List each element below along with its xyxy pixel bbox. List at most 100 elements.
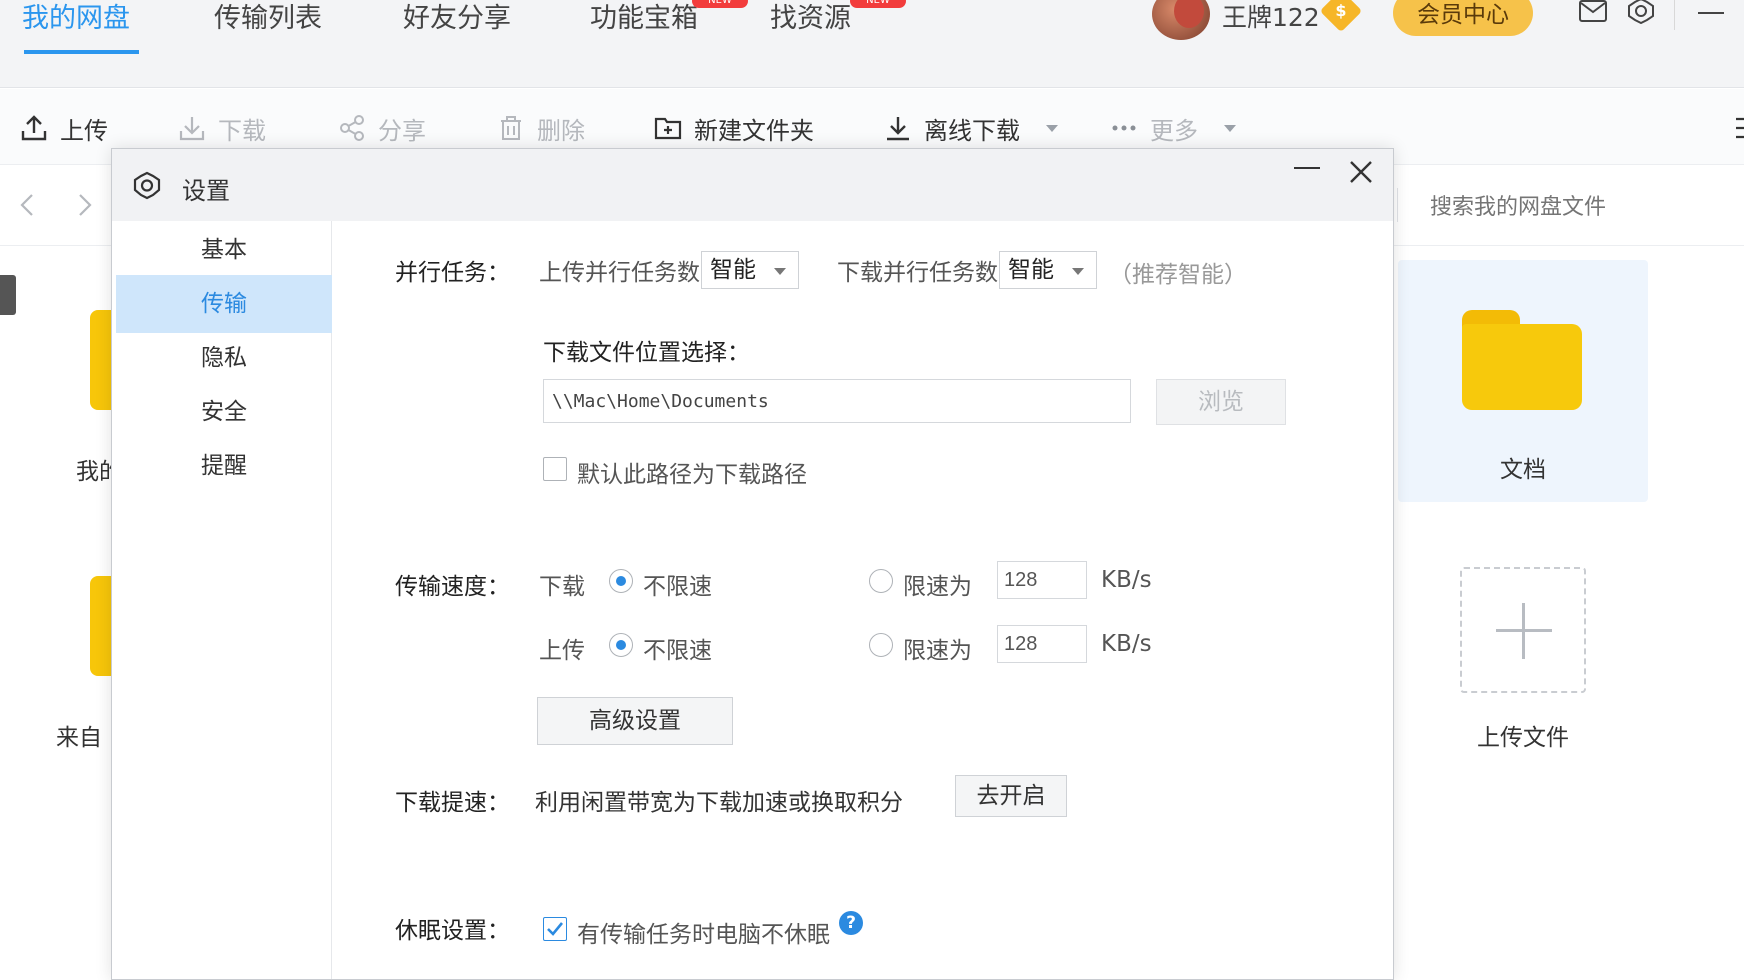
upload-parallel-select[interactable]: 智能 [701, 251, 799, 289]
transfer-speed-label: 传输速度： [395, 574, 510, 600]
settings-gear-icon [133, 171, 161, 200]
minimize-icon[interactable] [1294, 167, 1320, 169]
search-divider [1397, 188, 1398, 222]
toolbox-new-badge: NEW [692, 0, 748, 8]
offline-download-icon [887, 117, 909, 141]
more-label: 更多 [1150, 116, 1198, 145]
dialog-title-bar[interactable]: 设置 [112, 149, 1393, 221]
upload-unit-label: KB/s [1101, 631, 1152, 657]
sleep-setting-label: 休眠设置： [395, 918, 510, 944]
vip-center-button[interactable]: 会员中心 [1393, 0, 1533, 36]
window-minimize-icon[interactable] [1698, 12, 1724, 14]
new-folder-icon [654, 117, 682, 140]
chevron-down-icon [1046, 124, 1058, 132]
download-unlimited-radio[interactable] [609, 569, 633, 593]
settings-content: 并行任务： 上传并行任务数 智能 下载并行任务数 智能 （推荐智能） 下载文件位… [333, 221, 1393, 979]
chevron-down-icon [774, 268, 786, 275]
vip-level-symbol: $ [1335, 1, 1347, 21]
download-parallel-label: 下载并行任务数 [837, 260, 998, 286]
upload-icon [21, 115, 47, 141]
download-limit-radio[interactable] [869, 569, 893, 593]
download-limit-label[interactable]: 限速为 [903, 567, 972, 601]
upload-parallel-value: 智能 [710, 257, 756, 283]
vip-level-icon[interactable]: $ [1319, 0, 1363, 33]
avatar[interactable] [1152, 0, 1210, 40]
enable-boost-button[interactable]: 去开启 [955, 775, 1067, 817]
new-folder-button[interactable]: 新建文件夹 [654, 111, 814, 145]
checkmark-icon [547, 922, 564, 936]
share-label: 分享 [378, 116, 426, 145]
sidebar-item-security[interactable]: 安全 [116, 383, 332, 441]
new-folder-label: 新建文件夹 [694, 116, 814, 145]
download-limit-input[interactable] [997, 561, 1087, 599]
close-icon[interactable] [1348, 159, 1374, 185]
forward-arrow-icon[interactable] [74, 190, 96, 220]
dialog-title: 设置 [182, 177, 230, 205]
browse-button[interactable]: 浏览 [1156, 379, 1286, 425]
tab-find-resources[interactable]: 找资源 [770, 0, 851, 35]
download-unlimited-label[interactable]: 不限速 [643, 567, 712, 601]
parallel-tasks-label: 并行任务： [395, 260, 510, 286]
upload-unlimited-radio[interactable] [609, 633, 633, 657]
download-button[interactable]: 下载 [178, 111, 266, 145]
upload-speed-label: 上传 [539, 638, 585, 664]
upload-limit-label[interactable]: 限速为 [903, 631, 972, 665]
folder-label[interactable]: 来自 [56, 718, 102, 752]
search-input[interactable] [1430, 190, 1730, 224]
top-divider [1674, 0, 1675, 30]
chevron-down-icon [1224, 124, 1236, 132]
tab-transfer-list[interactable]: 传输列表 [214, 0, 322, 35]
settings-dialog: 设置 基本 传输 隐私 安全 提醒 并行任务： 上传并行任务数 智能 下载并行任… [111, 148, 1394, 980]
more-dots-icon [1112, 125, 1136, 131]
folder-name: 文档 [1500, 457, 1546, 483]
settings-gear-icon[interactable] [1626, 0, 1656, 24]
upload-label: 上传 [60, 116, 108, 145]
download-label: 下载 [218, 116, 266, 145]
username[interactable]: 王牌122 [1222, 0, 1320, 34]
sidebar-item-privacy[interactable]: 隐私 [116, 329, 332, 387]
no-sleep-checkbox[interactable] [543, 917, 567, 941]
upload-limit-radio[interactable] [869, 633, 893, 657]
offline-download-button[interactable]: 离线下载 [884, 111, 1058, 145]
download-parallel-select[interactable]: 智能 [999, 251, 1097, 289]
download-parallel-value: 智能 [1008, 257, 1054, 283]
download-location-label: 下载文件位置选择： [543, 340, 750, 366]
upload-limit-input[interactable] [997, 625, 1087, 663]
back-arrow-icon[interactable] [16, 190, 38, 220]
delete-button[interactable]: 删除 [497, 111, 585, 145]
help-icon[interactable]: ? [839, 911, 863, 935]
advanced-settings-button[interactable]: 高级设置 [537, 697, 733, 745]
mail-icon[interactable] [1578, 0, 1608, 24]
default-path-label[interactable]: 默认此路径为下载路径 [577, 455, 807, 489]
sidebar-item-basic[interactable]: 基本 [116, 221, 332, 279]
plus-icon [1522, 603, 1525, 659]
tab-my-disk[interactable]: 我的网盘 [22, 0, 130, 35]
download-boost-description: 利用闲置带宽为下载加速或换取积分 [535, 790, 903, 816]
share-icon [340, 115, 364, 141]
trash-icon [501, 116, 521, 140]
download-icon [179, 117, 205, 141]
sidebar-item-transfer[interactable]: 传输 [116, 275, 332, 333]
share-button[interactable]: 分享 [338, 111, 426, 145]
no-sleep-label[interactable]: 有传输任务时电脑不休眠 [577, 915, 830, 949]
settings-sidebar: 基本 传输 隐私 安全 提醒 [112, 221, 332, 979]
default-path-checkbox[interactable] [543, 457, 567, 481]
download-unit-label: KB/s [1101, 567, 1152, 593]
upload-file-tile[interactable] [1460, 567, 1586, 693]
recommend-hint: （推荐智能） [1109, 262, 1247, 288]
view-list-icon[interactable] [1734, 115, 1744, 141]
tab-toolbox[interactable]: 功能宝箱 [590, 0, 698, 35]
upload-parallel-label: 上传并行任务数 [539, 260, 700, 286]
delete-label: 删除 [537, 116, 585, 145]
folder-documents[interactable]: 文档 [1398, 260, 1648, 502]
download-speed-label: 下载 [539, 574, 585, 600]
side-panel-handle[interactable] [0, 275, 16, 315]
download-path-input[interactable] [543, 379, 1131, 423]
upload-file-label[interactable]: 上传文件 [1440, 718, 1606, 752]
sidebar-item-reminder[interactable]: 提醒 [116, 437, 332, 495]
upload-button[interactable]: 上传 [20, 111, 108, 145]
upload-unlimited-label[interactable]: 不限速 [643, 631, 712, 665]
tab-friend-share[interactable]: 好友分享 [403, 0, 511, 35]
more-button[interactable]: 更多 [1110, 111, 1236, 145]
offline-download-label: 离线下载 [924, 116, 1020, 145]
